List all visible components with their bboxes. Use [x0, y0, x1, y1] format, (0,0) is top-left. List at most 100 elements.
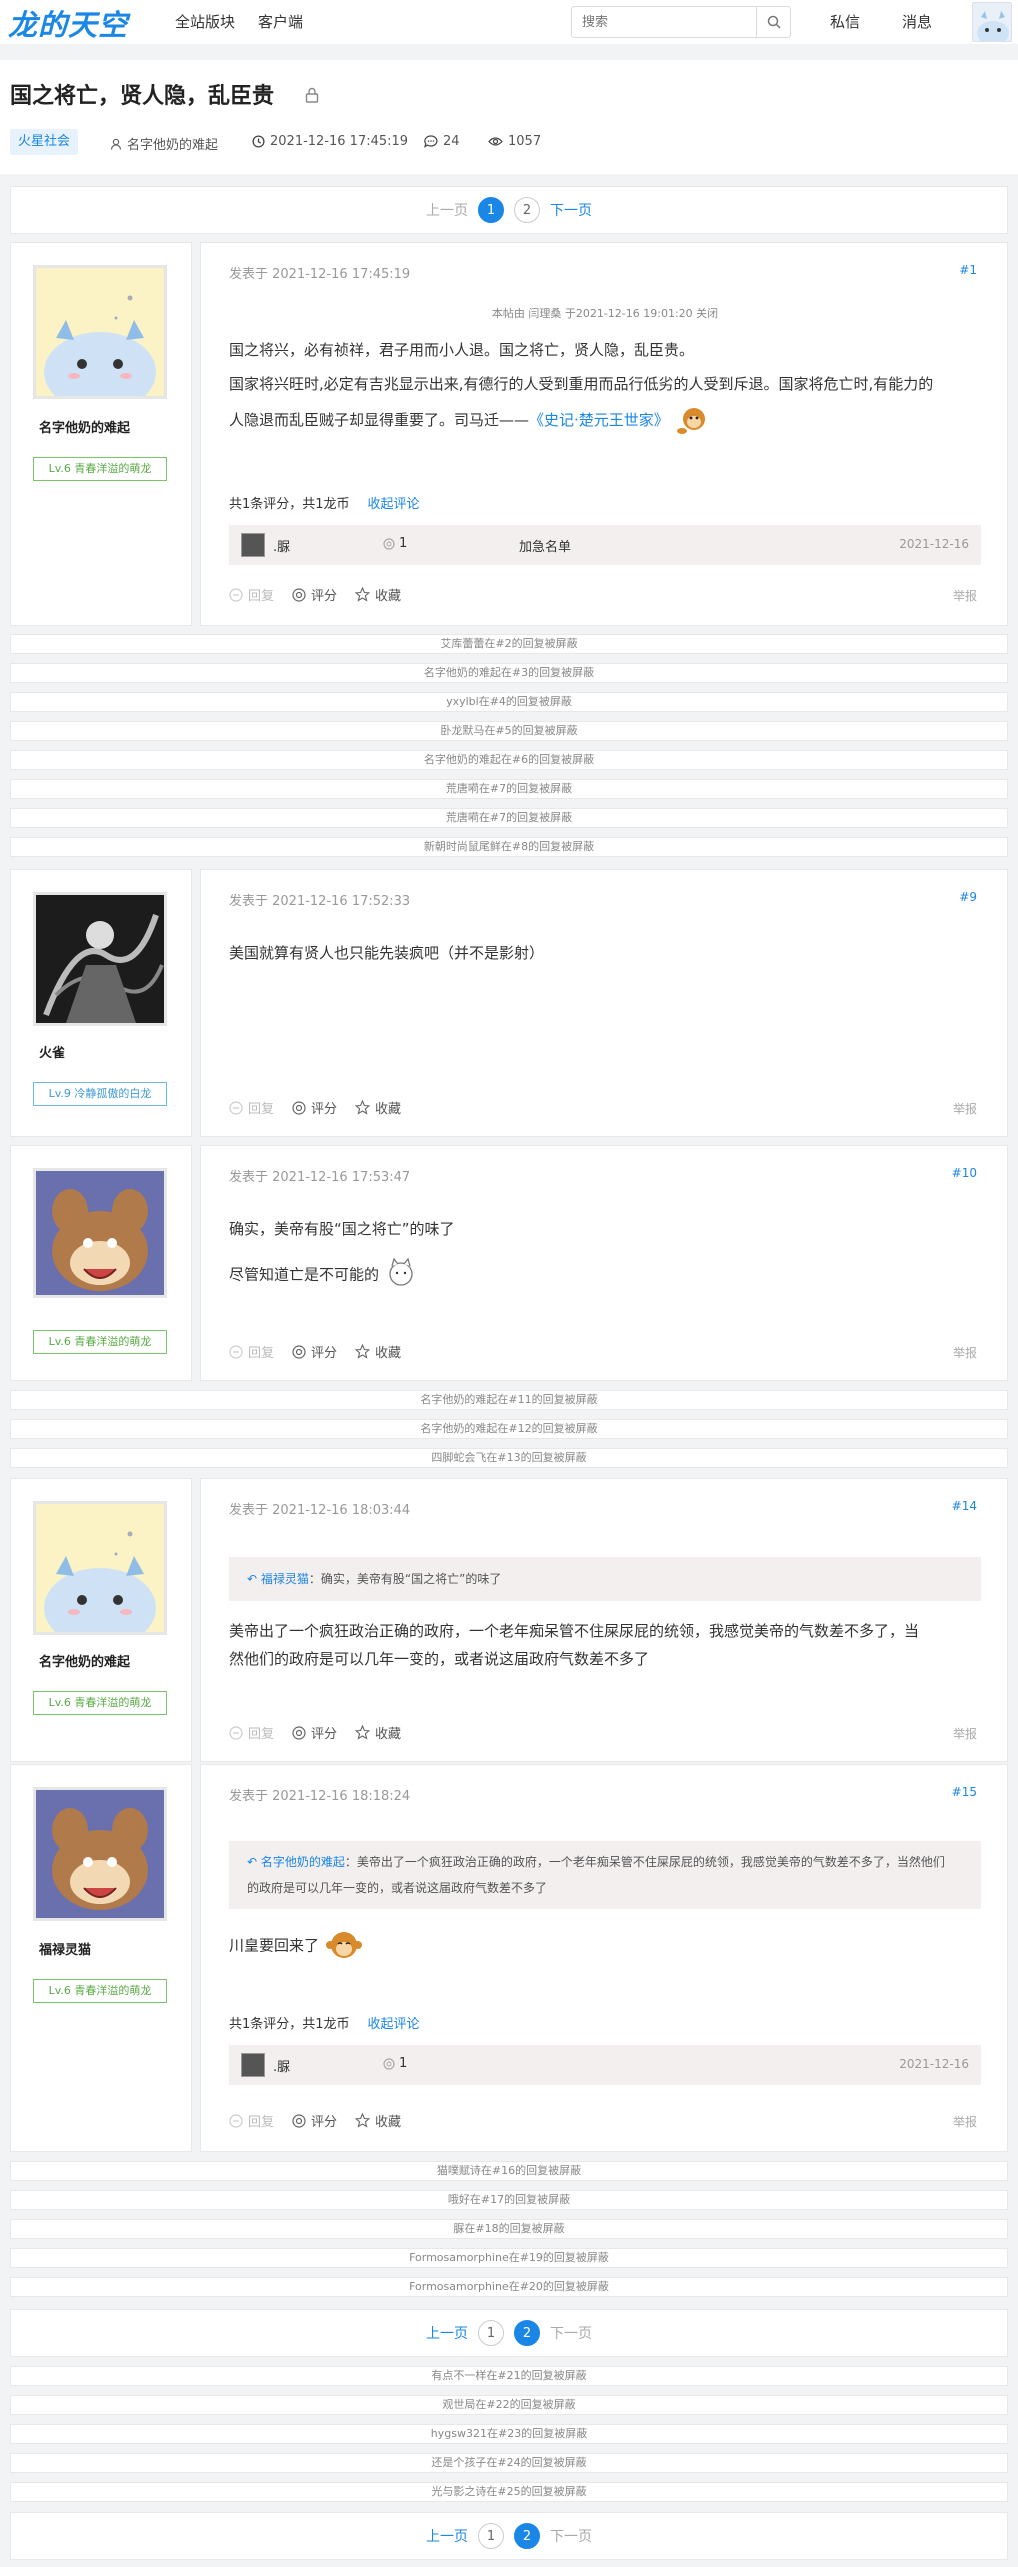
hidden-reply[interactable]: 还是个孩子在#24的回复被屏蔽	[10, 2453, 1008, 2473]
avatar[interactable]	[33, 1501, 167, 1635]
cat-emoji-icon	[389, 1257, 413, 1286]
page-2-button[interactable]: 2	[514, 197, 540, 223]
post-author-name[interactable]: 名字他奶的难起	[39, 1651, 130, 1670]
lock-icon	[305, 87, 319, 103]
report-link[interactable]: 举报	[953, 587, 977, 604]
rate-button[interactable]: 评分	[292, 1098, 337, 1117]
page-2-button[interactable]: 2	[514, 2320, 540, 2346]
floor-number[interactable]: #10	[952, 1166, 977, 1180]
hidden-reply[interactable]: Formosamorphine在#20的回复被屏蔽	[10, 2277, 1008, 2297]
post-author-name[interactable]: 福禄灵猫	[39, 1939, 91, 1958]
page-1-button[interactable]: 1	[478, 2320, 504, 2346]
report-link[interactable]: 举报	[953, 1100, 977, 1117]
hidden-reply[interactable]: Formosamorphine在#19的回复被屏蔽	[10, 2248, 1008, 2268]
quote-user[interactable]: 福禄灵猫	[261, 1572, 309, 1586]
favorite-button[interactable]: 收藏	[355, 1342, 401, 1361]
post-content-text: 川皇要回来了	[229, 1936, 320, 1955]
reply-button[interactable]: 回复	[229, 1723, 274, 1742]
favorite-button[interactable]: 收藏	[355, 1098, 401, 1117]
next-page-button[interactable]: 下一页	[550, 2323, 592, 2343]
reply-button[interactable]: 回复	[229, 585, 274, 604]
floor-number[interactable]: #14	[952, 1499, 977, 1513]
forum-tag[interactable]: 火星社会	[10, 129, 79, 155]
prev-page-button[interactable]: 上一页	[426, 2323, 468, 2343]
nav-notifications[interactable]: 消息	[902, 11, 932, 32]
source-link[interactable]: 《史记·楚元王世家》	[529, 411, 669, 429]
thread-author[interactable]: 名字他奶的难起	[110, 134, 218, 153]
hidden-reply[interactable]: 名字他奶的难起在#6的回复被屏蔽	[10, 750, 1008, 770]
page-1-button[interactable]: 1	[478, 2523, 504, 2549]
hidden-reply[interactable]: yxylbl在#4的回复被屏蔽	[10, 692, 1008, 712]
avatar[interactable]	[33, 265, 167, 399]
collapse-ratings-link[interactable]: 收起评论	[368, 497, 420, 512]
hidden-reply[interactable]: 脲在#18的回复被屏蔽	[10, 2219, 1008, 2239]
reply-button[interactable]: 回复	[229, 1098, 274, 1117]
quote-text: 的政府是可以几年一变的，或者说这届政府气数差不多了	[247, 1881, 548, 1895]
hidden-reply[interactable]: 有点不一样在#21的回复被屏蔽	[10, 2366, 1008, 2386]
user-icon	[110, 138, 122, 150]
page-2-button[interactable]: 2	[514, 2523, 540, 2549]
collapse-ratings-link[interactable]: 收起评论	[368, 2017, 420, 2032]
quote-arrow-icon: ↶	[247, 1572, 258, 1586]
report-link[interactable]: 举报	[953, 1344, 977, 1361]
hidden-reply[interactable]: 四脚蛇会飞在#13的回复被屏蔽	[10, 1448, 1008, 1468]
quote-text: ：美帝出了一个疯狂政治正确的政府，一个老年痴呆管不住屎尿屁的统领，我感觉美帝的气…	[344, 1855, 945, 1869]
reply-icon	[229, 1725, 243, 1740]
avatar[interactable]	[33, 1787, 167, 1921]
page-1-button[interactable]: 1	[478, 197, 504, 223]
hidden-reply[interactable]: 荒唐嗬在#7的回复被屏蔽	[10, 808, 1008, 828]
post-author-name[interactable]: 火雀	[39, 1042, 65, 1061]
avatar[interactable]	[33, 892, 167, 1026]
rater-name[interactable]: .脲	[273, 536, 290, 555]
report-link[interactable]: 举报	[953, 2113, 977, 2130]
rater-name[interactable]: .脲	[273, 2056, 290, 2075]
rating-summary-text: 共1条评分，共1龙币	[229, 2017, 350, 2032]
next-page-button[interactable]: 下一页	[550, 200, 592, 220]
nav-all-boards[interactable]: 全站版块	[175, 11, 235, 32]
nav-client[interactable]: 客户端	[258, 11, 303, 32]
quote-user[interactable]: 名字他奶的难起	[261, 1855, 345, 1869]
nav-private-message[interactable]: 私信	[830, 11, 860, 32]
reply-button[interactable]: 回复	[229, 1342, 274, 1361]
search-icon	[767, 15, 781, 29]
rater-avatar[interactable]	[241, 533, 265, 557]
hidden-reply[interactable]: 猫噗赋诗在#16的回复被屏蔽	[10, 2161, 1008, 2181]
reply-button[interactable]: 回复	[229, 2111, 274, 2130]
prev-page-button[interactable]: 上一页	[426, 2526, 468, 2546]
hidden-reply[interactable]: 名字他奶的难起在#12的回复被屏蔽	[10, 1419, 1008, 1439]
user-avatar[interactable]	[972, 2, 1012, 42]
favorite-button[interactable]: 收藏	[355, 1723, 401, 1742]
hidden-reply[interactable]: 新朝时尚鼠尾鲜在#8的回复被屏蔽	[10, 837, 1008, 857]
floor-number[interactable]: #15	[952, 1785, 977, 1799]
post-content-text: 人隐退而乱臣贼子却显得重要了。司马迁——	[229, 411, 530, 429]
hidden-reply[interactable]: 卧龙默马在#5的回复被屏蔽	[10, 721, 1008, 741]
post-author-name[interactable]: 名字他奶的难起	[39, 417, 130, 436]
rate-button[interactable]: 评分	[292, 1342, 337, 1361]
hidden-reply[interactable]: 名字他奶的难起在#3的回复被屏蔽	[10, 663, 1008, 683]
eye-icon	[488, 137, 503, 146]
next-page-button[interactable]: 下一页	[550, 2526, 592, 2546]
hidden-reply[interactable]: 名字他奶的难起在#11的回复被屏蔽	[10, 1390, 1008, 1410]
rate-button[interactable]: 评分	[292, 585, 337, 604]
rating-date: 2021-12-16	[899, 537, 969, 551]
hidden-reply[interactable]: 哦好在#17的回复被屏蔽	[10, 2190, 1008, 2210]
report-link[interactable]: 举报	[953, 1725, 977, 1742]
hidden-reply[interactable]: 观世局在#22的回复被屏蔽	[10, 2395, 1008, 2415]
rater-avatar[interactable]	[241, 2053, 265, 2077]
favorite-button[interactable]: 收藏	[355, 585, 401, 604]
hidden-reply[interactable]: hygsw321在#23的回复被屏蔽	[10, 2424, 1008, 2444]
search-input[interactable]	[572, 7, 752, 37]
floor-number[interactable]: #1	[959, 263, 977, 277]
search-button[interactable]	[756, 7, 790, 37]
hidden-reply[interactable]: 艾库蕾蕾在#2的回复被屏蔽	[10, 634, 1008, 654]
hidden-reply[interactable]: 光与影之诗在#25的回复被屏蔽	[10, 2482, 1008, 2502]
site-logo[interactable]: 龙的天空	[8, 2, 128, 44]
favorite-button[interactable]: 收藏	[355, 2111, 401, 2130]
hidden-reply[interactable]: 荒唐嗬在#7的回复被屏蔽	[10, 779, 1008, 799]
monkey-emoji-icon	[325, 1932, 362, 1958]
avatar[interactable]	[33, 1168, 167, 1298]
floor-number[interactable]: #9	[959, 890, 977, 904]
rate-button[interactable]: 评分	[292, 1723, 337, 1742]
rate-button[interactable]: 评分	[292, 2111, 337, 2130]
prev-page-button[interactable]: 上一页	[426, 200, 468, 220]
